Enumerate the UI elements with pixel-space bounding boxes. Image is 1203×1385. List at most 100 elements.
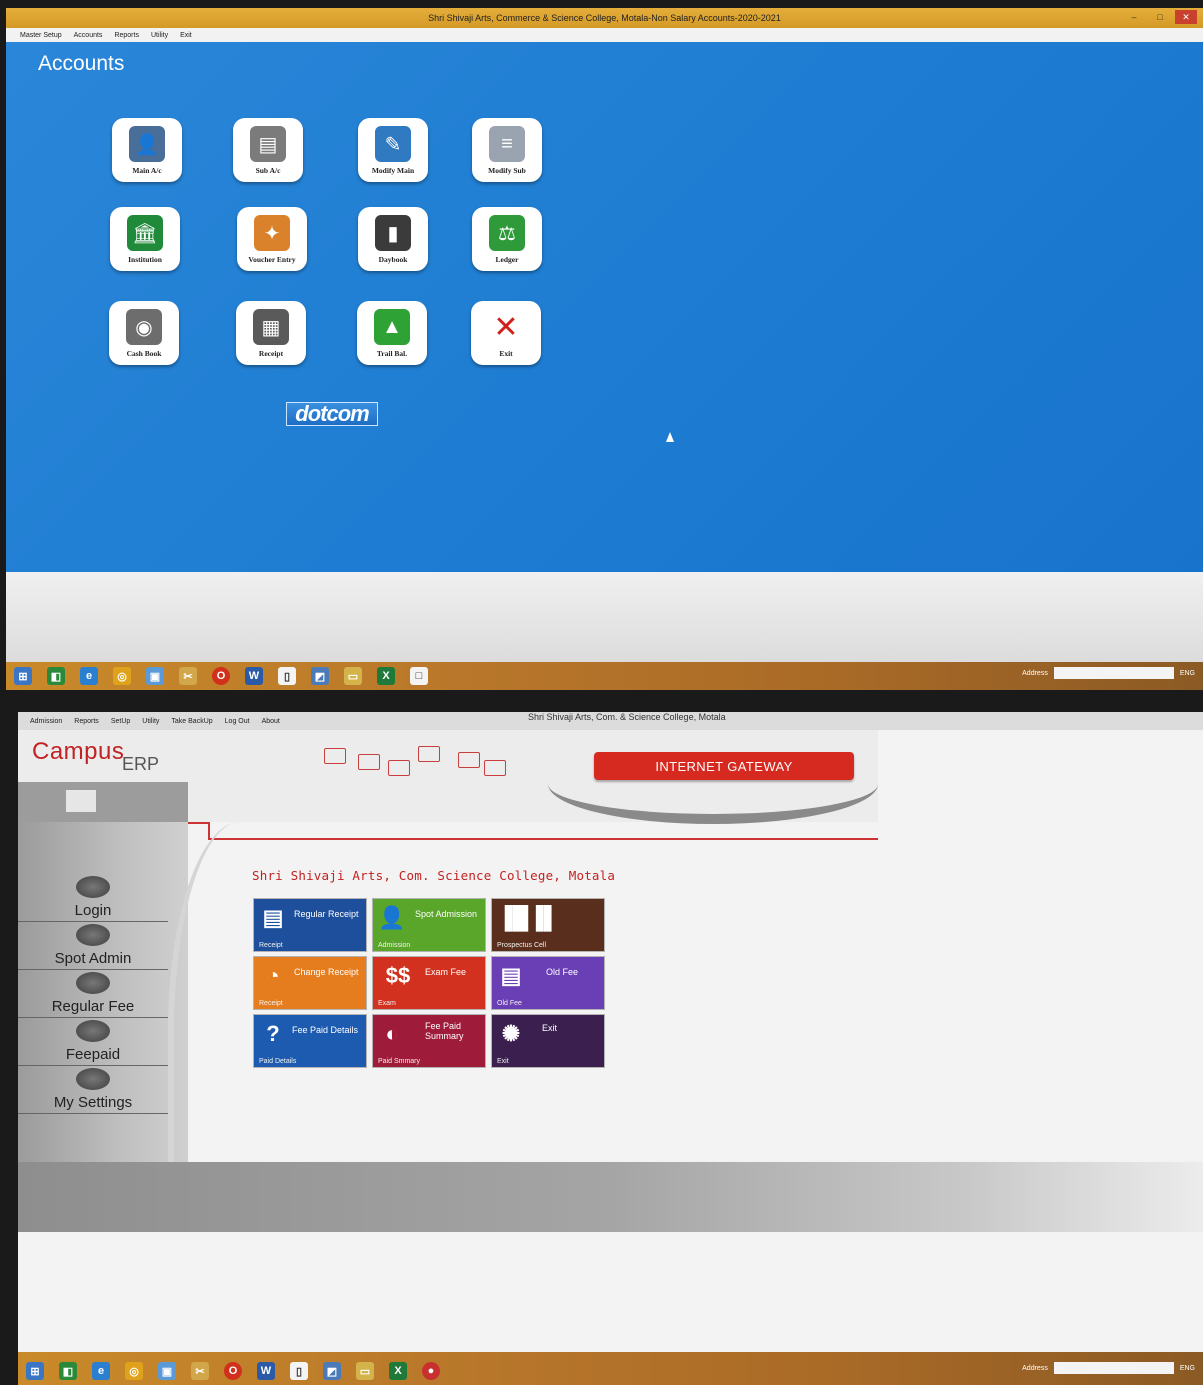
old-fee-tile[interactable]: ▤ Old Fee Old Fee bbox=[491, 956, 605, 1010]
dotcom-logo: dotcom bbox=[286, 402, 378, 426]
main-ac-button[interactable]: 👤 Main A/c bbox=[112, 118, 182, 182]
window-icon[interactable]: □ bbox=[410, 667, 428, 685]
deco-square bbox=[418, 746, 440, 762]
menu-accounts[interactable]: Accounts bbox=[74, 32, 103, 39]
excel-icon[interactable]: X bbox=[389, 1362, 407, 1380]
divider-line bbox=[208, 838, 878, 840]
sub-ac-button[interactable]: ▤ Sub A/c bbox=[233, 118, 303, 182]
grid-icon bbox=[66, 790, 96, 812]
sidebar-item-regular-fee[interactable]: Regular Fee bbox=[18, 970, 168, 1018]
menu-admission[interactable]: Admission bbox=[30, 718, 62, 725]
prospectus-cell-tile[interactable]: ▐█▐▌ Prospectus Cell bbox=[491, 898, 605, 952]
receipt-icon: ▦ bbox=[253, 309, 289, 345]
ie-icon[interactable]: e bbox=[80, 667, 98, 685]
daybook-button[interactable]: ▮ Daybook bbox=[358, 207, 428, 271]
menu-exit[interactable]: Exit bbox=[180, 32, 192, 39]
notepad-icon[interactable]: ▯ bbox=[290, 1362, 308, 1380]
folder-icon[interactable]: ▭ bbox=[356, 1362, 374, 1380]
erp-app-icon[interactable]: ● bbox=[422, 1362, 440, 1380]
fee-paid-details-tile[interactable]: ? Fee Paid Details Paid Details bbox=[253, 1014, 367, 1068]
deco-square bbox=[458, 752, 480, 768]
address-input[interactable] bbox=[1053, 667, 1174, 679]
sidebar-item-login[interactable]: Login bbox=[18, 874, 168, 922]
voucher-entry-button[interactable]: ✦ Voucher Entry bbox=[237, 207, 307, 271]
exit-button[interactable]: ✕ Exit bbox=[471, 301, 541, 365]
ledger-button[interactable]: ⚖ Ledger bbox=[472, 207, 542, 271]
title-bar: Shri Shivaji Arts, Commerce & Science Co… bbox=[6, 8, 1203, 28]
sidebar-item-feepaid[interactable]: Feepaid bbox=[18, 1018, 168, 1066]
spot-admission-tile[interactable]: 👤 Spot Admission Admission bbox=[372, 898, 486, 952]
chrome-icon[interactable]: ◎ bbox=[113, 667, 131, 685]
excel-icon[interactable]: X bbox=[377, 667, 395, 685]
exit-tile[interactable]: ✺ Exit Exit bbox=[491, 1014, 605, 1068]
regular-receipt-tile[interactable]: ▤ Regular Receipt Receipt bbox=[253, 898, 367, 952]
opera-icon[interactable]: O bbox=[212, 667, 230, 685]
ie-icon[interactable]: e bbox=[92, 1362, 110, 1380]
address-input[interactable] bbox=[1053, 1362, 1174, 1374]
menu-reports[interactable]: Reports bbox=[74, 718, 99, 725]
window-title: Shri Shivaji Arts, Com. & Science Colleg… bbox=[528, 712, 726, 722]
question-icon: ? bbox=[266, 1021, 280, 1046]
menu-log-out[interactable]: Log Out bbox=[225, 718, 250, 725]
close-x-icon: ✕ bbox=[488, 309, 524, 345]
chrome-icon[interactable]: ◎ bbox=[125, 1362, 143, 1380]
cash-book-button[interactable]: ◉ Cash Book bbox=[109, 301, 179, 365]
folder-icon[interactable]: ▭ bbox=[344, 667, 362, 685]
store-icon[interactable]: ◧ bbox=[59, 1362, 77, 1380]
menu-take-backup[interactable]: Take BackUp bbox=[171, 718, 212, 725]
minimize-button[interactable]: – bbox=[1123, 10, 1145, 24]
maximize-button[interactable]: □ bbox=[1149, 10, 1171, 24]
app-icon[interactable]: ◩ bbox=[311, 667, 329, 685]
store-icon[interactable]: ◧ bbox=[47, 667, 65, 685]
divider-line bbox=[208, 822, 210, 838]
photo-of-two-screens: Shri Shivaji Arts, Commerce & Science Co… bbox=[0, 0, 1203, 1385]
person-folder-icon: 👤 bbox=[129, 126, 165, 162]
menu-reports[interactable]: Reports bbox=[114, 32, 139, 39]
receipt-button[interactable]: ▦ Receipt bbox=[236, 301, 306, 365]
menu-utility[interactable]: Utility bbox=[151, 32, 168, 39]
sidebar-item-my-settings[interactable]: My Settings bbox=[18, 1066, 168, 1114]
sidebar: Login Spot Admin Regular Fee Feepaid My … bbox=[18, 822, 188, 1162]
change-receipt-tile[interactable]: ◔ Change Receipt Receipt bbox=[253, 956, 367, 1010]
word-icon[interactable]: W bbox=[257, 1362, 275, 1380]
start-icon[interactable]: ⊞ bbox=[26, 1362, 44, 1380]
modify-sub-button[interactable]: ≡ Modify Sub bbox=[472, 118, 542, 182]
footer-area bbox=[18, 1232, 1203, 1352]
taskbar-top: ⊞ ◧ e ◎ ▣ ✂ O W ▯ ◩ ▭ X □ Address ENG bbox=[6, 662, 1203, 690]
language-indicator[interactable]: ENG bbox=[1180, 1365, 1195, 1372]
exam-fee-tile[interactable]: $$ Exam Fee Exam bbox=[372, 956, 486, 1010]
app-icon[interactable]: ◩ bbox=[323, 1362, 341, 1380]
address-label: Address bbox=[1022, 669, 1048, 677]
key-icon bbox=[76, 876, 110, 898]
word-icon[interactable]: W bbox=[245, 667, 263, 685]
edit-document-icon: ✎ bbox=[375, 126, 411, 162]
tools-icon[interactable]: ✂ bbox=[179, 667, 197, 685]
sidebar-item-spot-admin[interactable]: Spot Admin bbox=[18, 922, 168, 970]
page-title: Accounts bbox=[38, 52, 125, 75]
fee-paid-summary-tile[interactable]: ◐ Fee Paid Summary Paid Smmary bbox=[372, 1014, 486, 1068]
start-icon[interactable]: ⊞ bbox=[14, 667, 32, 685]
menu-utility[interactable]: Utility bbox=[142, 718, 159, 725]
close-button[interactable]: ✕ bbox=[1175, 10, 1197, 24]
menu-master-setup[interactable]: Master Setup bbox=[20, 32, 62, 39]
menu-about[interactable]: About bbox=[262, 718, 280, 725]
cards-icon: ✦ bbox=[254, 215, 290, 251]
footer-band bbox=[18, 1162, 1203, 1232]
network-icon[interactable]: ▣ bbox=[146, 667, 164, 685]
tools-icon[interactable]: ✂ bbox=[191, 1362, 209, 1380]
network-icon[interactable]: ▣ bbox=[158, 1362, 176, 1380]
document-lines-icon: ≡ bbox=[489, 126, 525, 162]
deco-square bbox=[388, 760, 410, 776]
trail-bal-button[interactable]: ▲ Trail Bal. bbox=[357, 301, 427, 365]
chart-icon: ▲ bbox=[374, 309, 410, 345]
deco-square bbox=[484, 760, 506, 776]
internet-gateway-button[interactable]: INTERNET GATEWAY bbox=[594, 752, 854, 780]
modify-main-button[interactable]: ✎ Modify Main bbox=[358, 118, 428, 182]
opera-icon[interactable]: O bbox=[224, 1362, 242, 1380]
institution-button[interactable]: 🏛 Institution bbox=[110, 207, 180, 271]
menu-setup[interactable]: SetUp bbox=[111, 718, 130, 725]
sun-gear-icon: ✺ bbox=[501, 1021, 521, 1046]
notepad-icon[interactable]: ▯ bbox=[278, 667, 296, 685]
campus-erp-window: Admission Reports SetUp Utility Take Bac… bbox=[18, 712, 1203, 1357]
language-indicator[interactable]: ENG bbox=[1180, 670, 1195, 677]
